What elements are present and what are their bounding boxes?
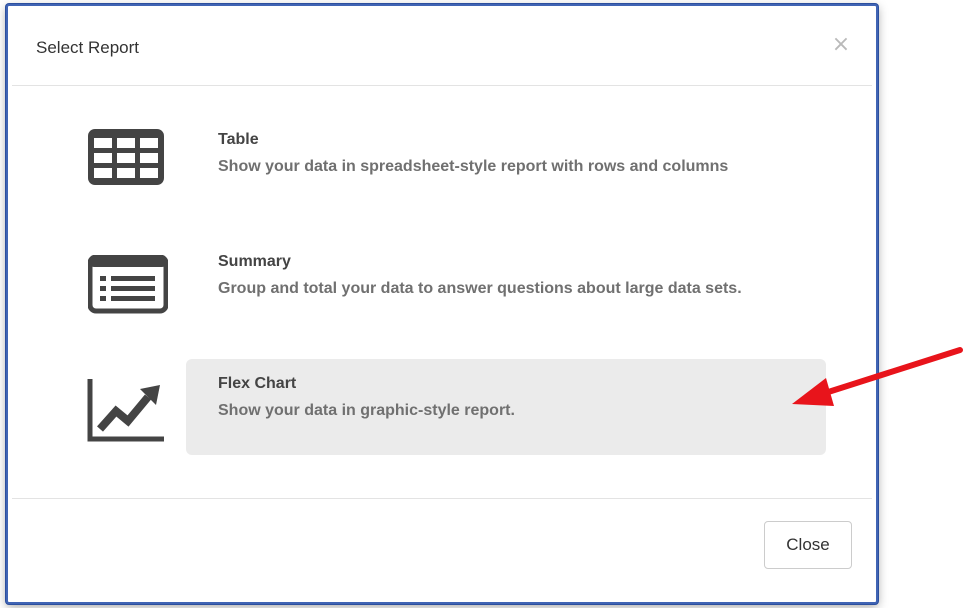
option-description-table: Show your data in spreadsheet-style repo… (218, 158, 729, 175)
option-title-summary: Summary (218, 253, 291, 270)
option-description-summary: Group and total your data to answer ques… (218, 280, 742, 297)
report-option-summary[interactable]: Summary Group and total your data to ans… (62, 231, 842, 327)
option-title-flex-chart: Flex Chart (218, 375, 297, 392)
red-arrow-icon (792, 347, 963, 406)
dialog-content: Select Report × Table Show your data in … (12, 10, 872, 598)
report-option-flex-chart[interactable]: Flex Chart Show your data in graphic-sty… (186, 359, 826, 455)
dialog-footer: Close (12, 498, 872, 598)
report-options-list: Table Show your data in spreadsheet-styl… (12, 87, 872, 507)
table-grid-icon (88, 129, 164, 185)
dialog-header: Select Report × (12, 10, 872, 86)
close-icon[interactable]: × (830, 34, 852, 56)
line-chart-icon (87, 379, 164, 442)
option-description-flex-chart: Show your data in graphic-style report. (218, 402, 515, 419)
option-title-table: Table (218, 131, 259, 148)
summary-list-icon (88, 255, 168, 314)
page-background-strip (878, 0, 980, 608)
dialog-title: Select Report (36, 38, 139, 57)
close-button[interactable]: Close (764, 521, 852, 569)
report-option-table[interactable]: Table Show your data in spreadsheet-styl… (62, 109, 842, 205)
select-report-dialog: Select Report × Table Show your data in … (6, 4, 878, 604)
